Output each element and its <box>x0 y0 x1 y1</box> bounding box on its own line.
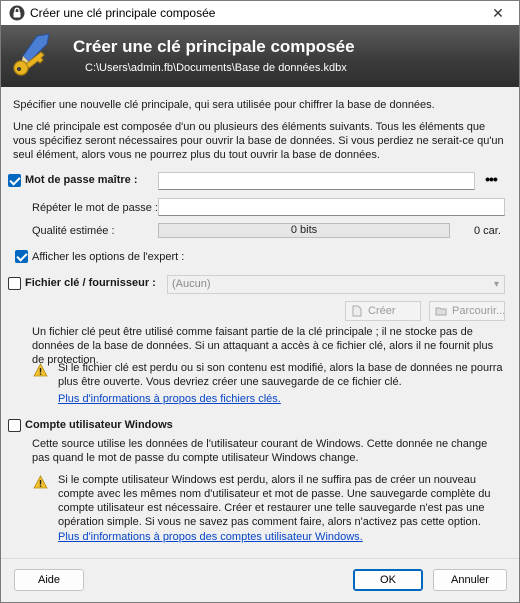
new-file-icon <box>352 305 362 317</box>
folder-icon <box>435 307 447 316</box>
expert-options-checkbox[interactable] <box>15 250 28 263</box>
windows-account-description: Cette source utilise les données de l'ut… <box>32 438 488 464</box>
cancel-button[interactable]: Annuler <box>433 569 507 591</box>
key-pen-icon <box>13 33 50 76</box>
key-file-label: Fichier clé / fournisseur : <box>25 277 156 289</box>
quality-chars: 0 car. <box>474 225 501 237</box>
expert-options-label: Afficher les options de l'expert : <box>32 251 185 263</box>
ok-button[interactable]: OK <box>353 569 423 591</box>
repeat-password-field[interactable] <box>158 198 505 216</box>
help-button[interactable]: Aide <box>14 569 84 591</box>
master-password-field[interactable] <box>158 172 475 190</box>
windows-account-warning: Si le compte utilisateur Windows est per… <box>58 474 491 528</box>
windows-account-label: Compte utilisateur Windows <box>25 419 173 431</box>
window-title: Créer une clé principale composée <box>30 6 216 20</box>
warning-icon <box>33 363 48 377</box>
create-key-file-button[interactable]: Créer <box>345 301 421 321</box>
key-file-help-link[interactable]: Plus d'informations à propos des fichier… <box>58 393 281 405</box>
close-button[interactable]: ✕ <box>477 1 519 25</box>
master-password-label: Mot de passe maître : <box>25 174 138 186</box>
header-banner: Créer une clé principale composée C:\Use… <box>1 25 519 87</box>
master-password-checkbox[interactable] <box>8 174 21 187</box>
quality-label: Qualité estimée : <box>32 225 115 237</box>
database-path: C:\Users\admin.fb\Documents\Base de donn… <box>85 62 347 74</box>
dialog-footer: Aide OK Annuler <box>1 558 519 602</box>
warning-icon <box>33 475 48 489</box>
intro-description: Une clé principale est composée d'un ou … <box>13 121 504 161</box>
create-master-key-dialog: Créer une clé principale composée ✕ Crée… <box>0 0 520 603</box>
key-file-warning: Si le fichier clé est perdu ou si son co… <box>58 362 503 388</box>
windows-account-checkbox[interactable] <box>8 419 21 432</box>
key-file-checkbox[interactable] <box>8 277 21 290</box>
key-file-selected-value: (Aucun) <box>172 278 211 290</box>
password-quality-bar: 0 bits <box>158 223 450 238</box>
browse-key-file-button[interactable]: Parcourir... <box>429 301 505 321</box>
chevron-down-icon: ▾ <box>493 279 499 290</box>
title-bar: Créer une clé principale composée ✕ <box>1 1 519 25</box>
reveal-password-button[interactable]: ••• <box>477 172 505 190</box>
intro-text: Spécifier une nouvelle clé principale, q… <box>13 99 435 111</box>
windows-account-help-link[interactable]: Plus d'informations à propos des comptes… <box>58 531 363 543</box>
banner-title: Créer une clé principale composée <box>73 37 355 56</box>
keepass-lock-icon <box>9 5 25 21</box>
key-file-provider-select[interactable]: (Aucun) ▾ <box>167 275 505 294</box>
repeat-password-label: Répéter le mot de passe : <box>32 202 158 214</box>
